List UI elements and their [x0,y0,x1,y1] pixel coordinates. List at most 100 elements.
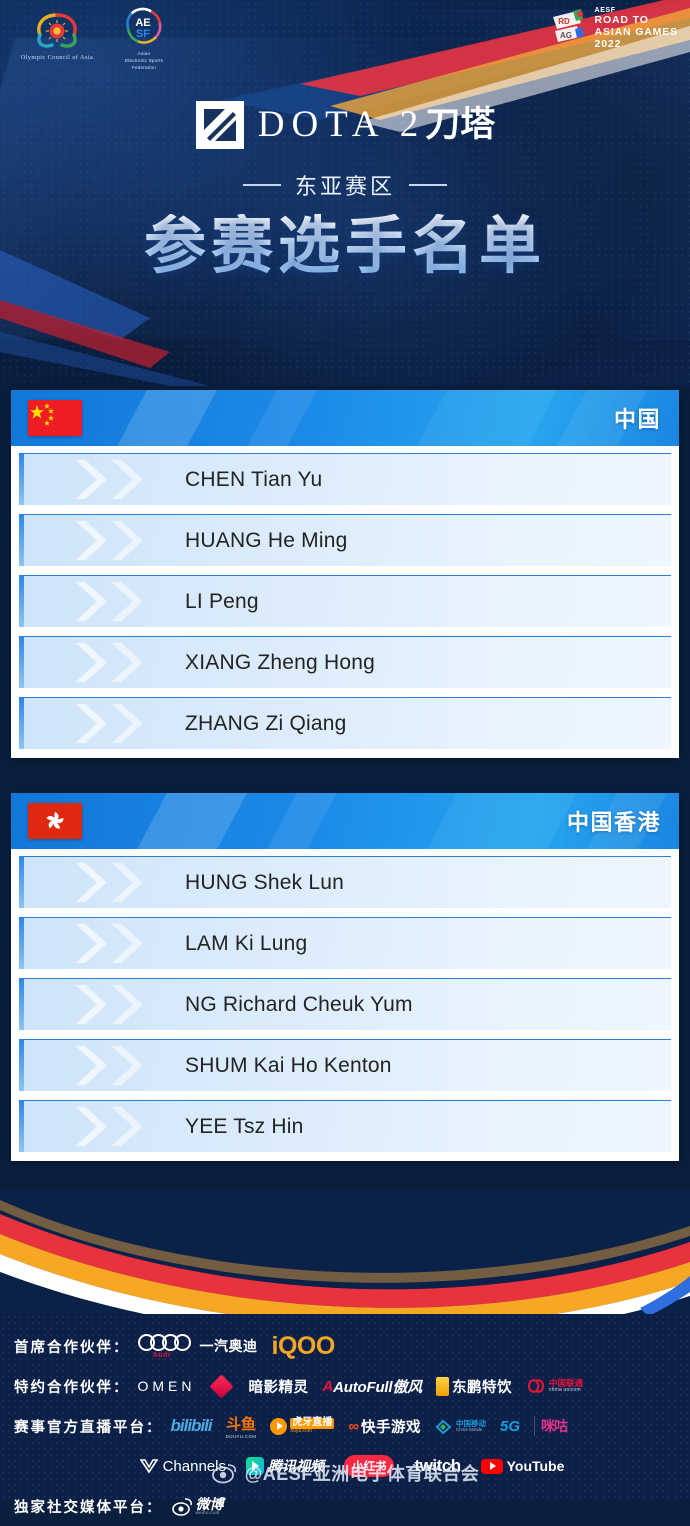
dota-cjk: 刀塔 [425,105,495,145]
kuaishou-text: 快手游戏 [361,1416,421,1437]
shadow-elf-logo[interactable]: 暗影精灵 [249,1376,309,1397]
audi-logo[interactable]: Audi [138,1334,186,1359]
oca-sunburst-icon [30,8,84,52]
player-name: YEE Tsz Hin [185,1115,304,1139]
sponsor-logos: Audi 一汽奥迪 iQOO [138,1334,335,1359]
player-name: ZHANG Zi Qiang [185,712,347,736]
player-list-hong-kong: HUNG Shek Lun LAM Ki Lung NG Richard Che… [11,849,679,1161]
sponsor-row-social: 独家社交媒体平台： 微博 weibo.com [0,1486,690,1526]
eastroc-text: 东鹏特饮 [452,1376,512,1397]
hero-logo-bar: Olympic Council of Asia AE SF [0,0,690,74]
player-name: HUNG Shek Lun [185,871,344,895]
sponsor-row-official: 特约合作伙伴： OMEN 暗影精灵 AAutoFull傲风 东鹏特饮 中国联通 … [0,1366,690,1406]
omen-diamond-icon [209,1374,233,1398]
rdag-badge-icon: RD AG [547,7,589,51]
sponsor-logos: 微博 weibo.com [171,1497,224,1516]
region-dash-left [243,184,281,186]
player-row[interactable]: LAM Ki Lung [19,917,671,969]
region-label: 东亚赛区 [295,169,395,201]
row-accent-bar [19,979,24,1030]
bilibili-logo[interactable]: bilibili [171,1416,212,1436]
player-row[interactable]: LI Peng [19,575,671,627]
chevron-icon [107,515,153,566]
cmcc-en: China Mobile [456,1428,486,1433]
player-row[interactable]: HUNG Shek Lun [19,856,671,908]
huya-text: 虎牙直播 huya.com [290,1418,334,1434]
aesf-caption-line3: Federation [104,65,184,72]
sponsor-row-label: 特约合作伙伴： [14,1376,130,1397]
row-accent-bar [19,1101,24,1152]
weibo-eye-icon [171,1497,193,1516]
iqoo-logo[interactable]: iQOO [272,1334,335,1359]
team-name-hong-kong: 中国香港 [567,805,661,837]
eastroc-bottle-icon [436,1377,449,1396]
oca-caption: Olympic Council of Asia [14,54,100,61]
team-header-hong-kong: 中国香港 [11,793,679,849]
flag-hong-kong-icon [28,803,82,839]
china-unicom-logo[interactable]: 中国联通 china unicom [526,1377,583,1395]
player-name: LAM Ki Lung [185,932,307,956]
aesf-logo: AE SF Asian Electronic Sports Federation [104,6,184,72]
team-header-streaks [11,390,679,446]
sponsor-row-principal: 首席合作伙伴： Audi 一汽奥迪 iQOO [0,1326,690,1366]
china-mobile-text: 中国移动 China Mobile [456,1420,486,1433]
douyu-caption: DOUYU.COM [226,1434,257,1439]
row-accent-bar [19,515,24,566]
player-name: LI Peng [185,590,259,614]
team-name-china: 中国 [614,402,661,434]
weibo-logo[interactable]: 微博 weibo.com [171,1497,224,1516]
dota-latin: DOTA 2 [258,104,426,145]
player-row[interactable]: HUANG He Ming [19,514,671,566]
china-mobile-logo[interactable]: 中国移动 China Mobile [435,1418,486,1435]
player-row[interactable]: YEE Tsz Hin [19,1100,671,1152]
chevron-icon [107,698,153,749]
player-name: NG Richard Cheuk Yum [185,993,413,1017]
player-row[interactable]: CHEN Tian Yu [19,453,671,505]
douyu-logo[interactable]: 斗鱼 DOUYU.COM [226,1413,257,1439]
chevron-icon [107,576,153,627]
faw-audi-logo[interactable]: 一汽奥迪 [200,1336,258,1356]
title-block: DOTA 2刀塔 东亚赛区 参赛选手名单 [0,100,690,281]
weibo-watermark-icon [211,1462,237,1484]
aesf-caption: Asian Electronic Sports Federation [104,51,184,72]
huya-logo[interactable]: 虎牙直播 huya.com [270,1418,334,1435]
dota-title-row: DOTA 2刀塔 [0,100,690,150]
oca-logo: Olympic Council of Asia [14,8,100,61]
region-dash-right [409,184,447,186]
svg-text:AG: AG [560,31,572,40]
sponsor-logos: bilibili 斗鱼 DOUYU.COM 虎牙直播 huya.com ∞ 快手… [171,1413,568,1439]
player-row[interactable]: NG Richard Cheuk Yum [19,978,671,1030]
decorative-ribbon-band [0,1190,690,1318]
autofull-text: AutoFull傲风 [333,1376,422,1397]
player-name: XIANG Zheng Hong [185,651,375,675]
team-panel-hong-kong: 中国香港 HUNG Shek Lun LAM Ki Lung NG Richar… [11,793,679,1161]
weibo-text: 微博 weibo.com [196,1497,224,1516]
dota2-logo-icon [195,100,245,150]
player-row[interactable]: XIANG Zheng Hong [19,636,671,688]
aesf-circle-icon: AE SF [119,6,169,50]
huya-play-icon [270,1418,287,1435]
five-g-logo[interactable]: 5G [500,1418,520,1435]
audi-caption: Audi [153,1352,171,1359]
kuaishou-logo[interactable]: ∞ 快手游戏 [348,1416,421,1437]
player-row[interactable]: SHUM Kai Ho Kenton [19,1039,671,1091]
sponsor-row-label: 赛事官方直播平台： [14,1416,163,1437]
chevron-icon [107,637,153,688]
row-accent-bar [19,1040,24,1091]
player-name: CHEN Tian Yu [185,468,322,492]
aesf-caption-line2: Electronic Sports [104,58,184,65]
chevron-icon [107,857,153,908]
player-list-china: CHEN Tian Yu HUANG He Ming LI Peng XIANG… [11,446,679,758]
eastroc-logo[interactable]: 东鹏特饮 [436,1376,512,1397]
omen-logo[interactable]: OMEN [138,1378,196,1394]
hero-banner: Olympic Council of Asia AE SF [0,0,690,386]
player-row[interactable]: ZHANG Zi Qiang [19,697,671,749]
autofull-logo[interactable]: AAutoFull傲风 [323,1376,422,1397]
chevron-icon [107,918,153,969]
page-title: 参赛选手名单 [0,214,690,281]
row-accent-bar [19,918,24,969]
account-watermark: @AESF亚洲电子体育联合会 [0,1460,690,1486]
sponsor-row-broadcast: 赛事官方直播平台： bilibili 斗鱼 DOUYU.COM 虎牙直播 huy… [0,1406,690,1446]
migu-logo[interactable]: 咪咕 [534,1416,567,1436]
sponsor-logos: OMEN 暗影精灵 AAutoFull傲风 东鹏特饮 中国联通 china un… [138,1376,583,1397]
